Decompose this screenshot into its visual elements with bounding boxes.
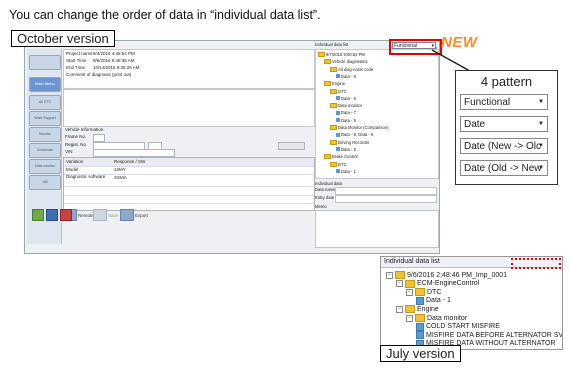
folder-icon [415,314,425,322]
tree-leaf[interactable]: Data - 1 [416,296,451,305]
tree-label: MISFIRE DATA BEFORE ALTERNATOR SV [426,331,563,339]
collapse-toggle-icon[interactable]: − [396,305,403,313]
july-version-label: July version [380,345,461,362]
chevron-down-icon: ▼ [538,165,544,171]
tree-folder[interactable]: − 9/6/2016 2:48:46 PM_Imp_0001 [386,271,507,279]
missing-dropdown-marker [511,258,561,269]
folder-icon [405,305,415,314]
tree-label: DTC [427,288,442,296]
july-panel-title: Individual data list [384,258,440,265]
data-icon [416,296,424,305]
tree-folder[interactable]: − Data monitor [406,314,467,322]
tree-folder[interactable]: − Engine [396,305,439,314]
pattern-option-date-old-new[interactable]: Date (Old -> New ▼ [460,160,548,176]
data-icon [416,322,424,331]
pattern-option-label: Functional [464,96,511,108]
data-icon [416,331,424,340]
collapse-toggle-icon[interactable]: − [406,288,413,296]
tree-label: 9/6/2016 2:48:46 PM_Imp_0001 [407,271,508,279]
chevron-down-icon: ▼ [538,143,544,149]
pattern-option-date-new-old[interactable]: Date (New -> Olc ▼ [460,138,548,154]
tree-leaf[interactable]: MISFIRE DATA BEFORE ALTERNATOR SV [416,331,563,340]
chevron-down-icon: ▼ [538,99,544,105]
tree-folder[interactable]: − ECM-EngineControl [396,279,480,288]
pattern-option-label: Date (New -> Olc [464,140,541,152]
collapse-toggle-icon[interactable]: − [386,271,393,279]
tree-label: Data - 1 [426,297,451,305]
collapse-toggle-icon[interactable]: − [396,280,403,288]
collapse-toggle-icon[interactable]: − [406,314,413,322]
folder-icon [415,288,425,297]
tree-folder[interactable]: − DTC [406,288,442,297]
folder-icon [395,271,405,279]
pattern-option-date[interactable]: Date ▼ [460,116,548,132]
july-individual-data-list: Individual data list −9/6/2016 2:48:46 P… [380,256,563,350]
tree-label: Data monitor [427,314,468,322]
pattern-option-label: Date [464,118,486,130]
folder-icon [405,279,415,288]
tree-leaf[interactable]: COLD START MISFIRE [416,322,500,331]
tree-label: COLD START MISFIRE [426,323,500,331]
pattern-options-box: 4 pattern Functional ▼ Date ▼ Date (New ->… [455,70,558,185]
tree-label: Engine [417,305,439,313]
pattern-option-functional[interactable]: Functional ▼ [460,94,548,110]
pattern-option-label: Date (Old -> New [464,162,542,174]
chevron-down-icon: ▼ [538,121,544,127]
pattern-title: 4 pattern [480,74,533,89]
tree-label: ECM-EngineControl [417,280,480,288]
